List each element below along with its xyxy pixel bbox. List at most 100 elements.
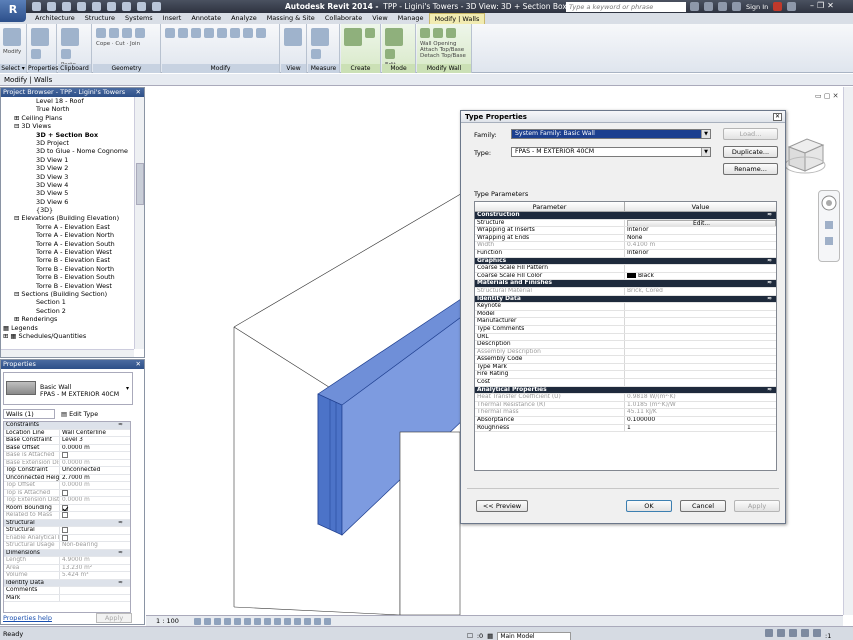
parameter-row[interactable]: Width 0.4100 m	[475, 242, 776, 250]
scrollbar-thumb[interactable]	[136, 163, 144, 205]
property-value[interactable]	[60, 504, 130, 512]
select-underlay-icon[interactable]	[777, 629, 785, 637]
ribbon-panel-label[interactable]: Geometry	[93, 64, 160, 73]
tree-item[interactable]: Torre A - Elevation East	[1, 223, 135, 231]
apply-button[interactable]: Apply	[96, 613, 132, 623]
tab-insert[interactable]: Insert	[158, 13, 187, 24]
ribbon-panel-tools[interactable]	[31, 28, 53, 59]
favorites-icon[interactable]	[718, 2, 727, 11]
ribbon-panel-tools[interactable]	[284, 28, 303, 46]
save-icon[interactable]	[47, 2, 56, 11]
tree-item[interactable]: Torre A - Elevation South	[1, 240, 135, 248]
parameter-value[interactable]	[625, 318, 776, 325]
property-group[interactable]: Dimensions ≈	[4, 549, 130, 557]
checkbox[interactable]	[62, 504, 68, 511]
ribbon-panel-label[interactable]: Mode	[382, 64, 415, 73]
ribbon-panel-label[interactable]: Create	[341, 64, 380, 73]
parameter-row[interactable]: Cost	[475, 379, 776, 387]
tree-item[interactable]: Level 18 - Roof	[1, 97, 135, 105]
close-icon[interactable]: ✕	[136, 88, 141, 97]
application-menu-button[interactable]: R	[0, 0, 26, 22]
parameter-group[interactable]: Materials and Finishes ≈	[475, 280, 776, 288]
tool-icon[interactable]	[31, 49, 41, 59]
show-crop-icon[interactable]	[254, 617, 261, 625]
property-row[interactable]: Volume 5.424 m³	[4, 572, 130, 580]
subscription-icon[interactable]	[704, 2, 713, 11]
property-row[interactable]: Mark	[4, 594, 130, 602]
select-links-icon[interactable]	[765, 629, 773, 637]
property-value[interactable]: Wall Centerline	[60, 430, 130, 437]
tool-icon[interactable]	[230, 28, 240, 38]
tree-item[interactable]: Torre A - Elevation West	[1, 248, 135, 256]
parameter-row[interactable]: Coarse Scale Fill Color Black	[475, 272, 776, 281]
parameter-value[interactable]	[625, 364, 776, 371]
tree-item[interactable]: True North	[1, 105, 135, 113]
chevron-down-icon[interactable]: ▾	[126, 385, 129, 392]
parameter-row[interactable]: Type Comments	[475, 325, 776, 334]
tool-icon[interactable]	[420, 28, 430, 38]
parameter-value[interactable]	[625, 379, 776, 386]
ribbon-panel-label[interactable]: View	[281, 64, 306, 73]
visual-style-icon[interactable]	[204, 617, 211, 625]
viewcube[interactable]	[783, 131, 827, 181]
property-group[interactable]: Identity Data ≈	[4, 579, 130, 587]
parameter-row[interactable]: Structure Edit...	[475, 219, 776, 228]
parameter-value[interactable]	[625, 326, 776, 333]
tree-item[interactable]: ⊟ Elevations (Building Elevation)	[1, 214, 135, 222]
property-row[interactable]: Structural Usage Non-bearing	[4, 542, 130, 550]
parameter-value[interactable]	[625, 371, 776, 378]
chevron-down-icon[interactable]: ▼	[701, 130, 710, 138]
tree-item[interactable]: {3D}	[1, 206, 135, 214]
parameter-group[interactable]: Analytical Properties ≈	[475, 386, 776, 395]
parameter-row[interactable]: Function Interior	[475, 249, 776, 258]
crop-view-icon[interactable]	[244, 617, 251, 625]
tool-icon[interactable]	[96, 28, 106, 38]
view-window-controls[interactable]: ▭ ▢ ✕	[815, 92, 839, 100]
property-row[interactable]: Base Extension Dis...0.0000 m	[4, 459, 130, 467]
rename-button[interactable]: Rename...	[723, 163, 778, 175]
group-toggle-icon[interactable]: ≈	[767, 258, 776, 265]
navigation-bar[interactable]	[818, 190, 840, 262]
close-icon[interactable]: ✕	[827, 1, 834, 10]
tool-icon[interactable]	[61, 28, 79, 46]
property-row[interactable]: Related to Mass	[4, 512, 130, 520]
parameter-row[interactable]: Roughness 1	[475, 424, 776, 433]
tree-item[interactable]: 3D View 2	[1, 164, 135, 172]
select-pinned-icon[interactable]	[789, 629, 797, 637]
property-group[interactable]: Structural ≈	[4, 519, 130, 527]
property-row[interactable]: Base Offset 0.0000 m	[4, 444, 130, 452]
tool-icon[interactable]	[385, 28, 403, 46]
temp-hide-icon[interactable]	[274, 617, 281, 625]
parameter-value[interactable]: Interior	[625, 250, 776, 257]
tree-item[interactable]: Torre B - Elevation East	[1, 256, 135, 264]
tree-item[interactable]: 3D Project	[1, 139, 135, 147]
parameter-row[interactable]: Thermal mass 45.11 kJ/K	[475, 409, 776, 418]
tool-icon[interactable]	[61, 49, 71, 59]
parameter-row[interactable]: Thermal Resistance (R) 1.0185 (m²·K)/W	[475, 401, 776, 410]
tab-manage[interactable]: Manage	[393, 13, 429, 24]
measure-icon[interactable]	[107, 2, 116, 11]
parameter-row[interactable]: Keynote	[475, 303, 776, 311]
reveal-hidden-icon[interactable]	[284, 617, 291, 625]
ribbon-panel-label[interactable]: Select ▾	[0, 64, 26, 73]
parameter-value[interactable]	[625, 356, 776, 363]
panel-button-label[interactable]: Cope · Cut · Join	[96, 41, 140, 47]
tab-collaborate[interactable]: Collaborate	[320, 13, 367, 24]
tree-item[interactable]: ▦ Legends	[1, 324, 135, 332]
parameter-value[interactable]	[625, 341, 776, 348]
exchange-icon[interactable]	[773, 2, 783, 11]
tree-item[interactable]: ⊞ ▦ Schedules/Quantities	[1, 332, 135, 340]
parameter-row[interactable]: Model	[475, 310, 776, 319]
group-toggle-icon[interactable]: ≈	[767, 387, 776, 394]
property-group[interactable]: Constraints ≈	[4, 422, 130, 430]
parameter-group[interactable]: Graphics ≈	[475, 257, 776, 266]
parameter-row[interactable]: Assembly Description	[475, 348, 776, 357]
design-options-icon[interactable]: ▦	[487, 629, 493, 640]
ribbon-panel-label[interactable]: Clipboard	[58, 64, 91, 73]
cancel-button[interactable]: Cancel	[680, 500, 726, 512]
property-value[interactable]: 0.0000 m	[60, 445, 130, 452]
close-icon[interactable]: ✕	[136, 360, 141, 369]
load-button[interactable]: Load...	[723, 128, 778, 140]
binoculars-icon[interactable]	[690, 2, 699, 11]
shadows-icon[interactable]	[224, 617, 231, 625]
